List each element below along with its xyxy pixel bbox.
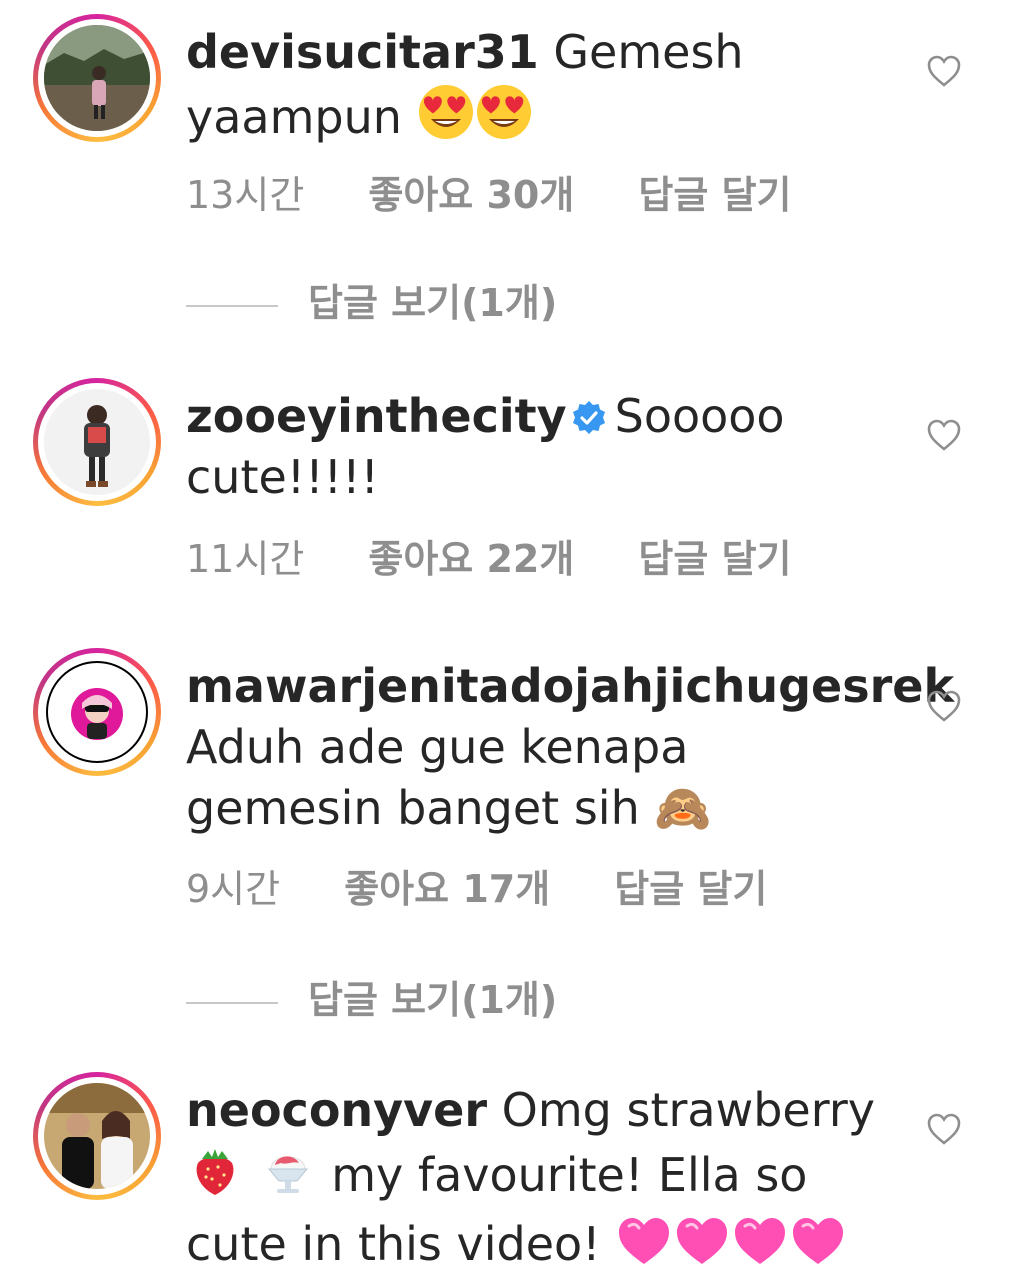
comment-body: zooeyinthecity Sooooo cute!!!!!	[186, 386, 886, 508]
comment-text-line: cute in this video!	[186, 1217, 601, 1271]
pink-heart-icon	[615, 1214, 673, 1283]
comment-username[interactable]: mawarjenitadojahjichugesrek	[186, 659, 954, 713]
comment-meta: 9시간 좋아요 17개 답글 달기	[186, 858, 819, 913]
avatar[interactable]	[33, 14, 161, 142]
likes-count[interactable]: 좋아요 30개	[368, 173, 574, 217]
pink-heart-icon	[789, 1214, 847, 1283]
comment-text-line: Omg strawberry	[501, 1083, 875, 1137]
like-heart-icon[interactable]	[926, 1112, 962, 1146]
reply-button[interactable]: 답글 달기	[614, 867, 767, 911]
avatar[interactable]	[33, 648, 161, 776]
reply-button[interactable]: 답글 달기	[638, 537, 791, 581]
likes-count[interactable]: 좋아요 17개	[344, 867, 550, 911]
pink-heart-icon	[731, 1214, 789, 1283]
comment-body: devisucitar31 Gemesh yaampun	[186, 22, 886, 156]
view-replies-button[interactable]: 답글 보기(1개)	[186, 969, 557, 1024]
comment-text-line: my favourite! Ella so	[331, 1148, 808, 1202]
avatar[interactable]	[33, 378, 161, 506]
view-replies-label: 답글 보기(1개)	[308, 281, 558, 325]
heart-eyes-icon	[417, 83, 475, 156]
pink-heart-icon	[673, 1214, 731, 1283]
comment-time: 13시간	[186, 173, 305, 217]
divider-line	[186, 304, 278, 307]
comment-time: 11시간	[186, 537, 305, 581]
comment-username[interactable]: zooeyinthecity	[186, 389, 567, 443]
shaved-ice-icon	[259, 1141, 317, 1214]
comment-username[interactable]: devisucitar31	[186, 25, 539, 79]
reply-button[interactable]: 답글 달기	[638, 173, 791, 217]
heart-eyes-icon	[475, 83, 533, 156]
comment-meta: 13시간 좋아요 30개 답글 달기	[186, 164, 844, 219]
view-replies-label: 답글 보기(1개)	[308, 978, 558, 1022]
comment-body: neoconyver Omg strawberry my favourite! …	[186, 1080, 886, 1283]
comment-body: mawarjenitadojahjichugesrek Aduh ade gue…	[186, 656, 954, 839]
like-heart-icon[interactable]	[926, 418, 962, 452]
avatar[interactable]	[33, 1072, 161, 1200]
like-heart-icon[interactable]	[926, 689, 962, 723]
comment-username[interactable]: neoconyver	[186, 1083, 487, 1137]
view-replies-button[interactable]: 답글 보기(1개)	[186, 272, 557, 327]
comment-meta: 11시간 좋아요 22개 답글 달기	[186, 528, 844, 583]
strawberry-icon	[186, 1141, 244, 1214]
like-heart-icon[interactable]	[926, 54, 962, 88]
comment-text-line: gemesin banget sih 🙈	[186, 781, 712, 835]
comment-time: 9시간	[186, 867, 281, 911]
likes-count[interactable]: 좋아요 22개	[368, 537, 574, 581]
comment-text-line: Aduh ade gue kenapa	[186, 720, 689, 774]
divider-line	[186, 1001, 278, 1004]
verified-badge-icon	[572, 401, 605, 434]
